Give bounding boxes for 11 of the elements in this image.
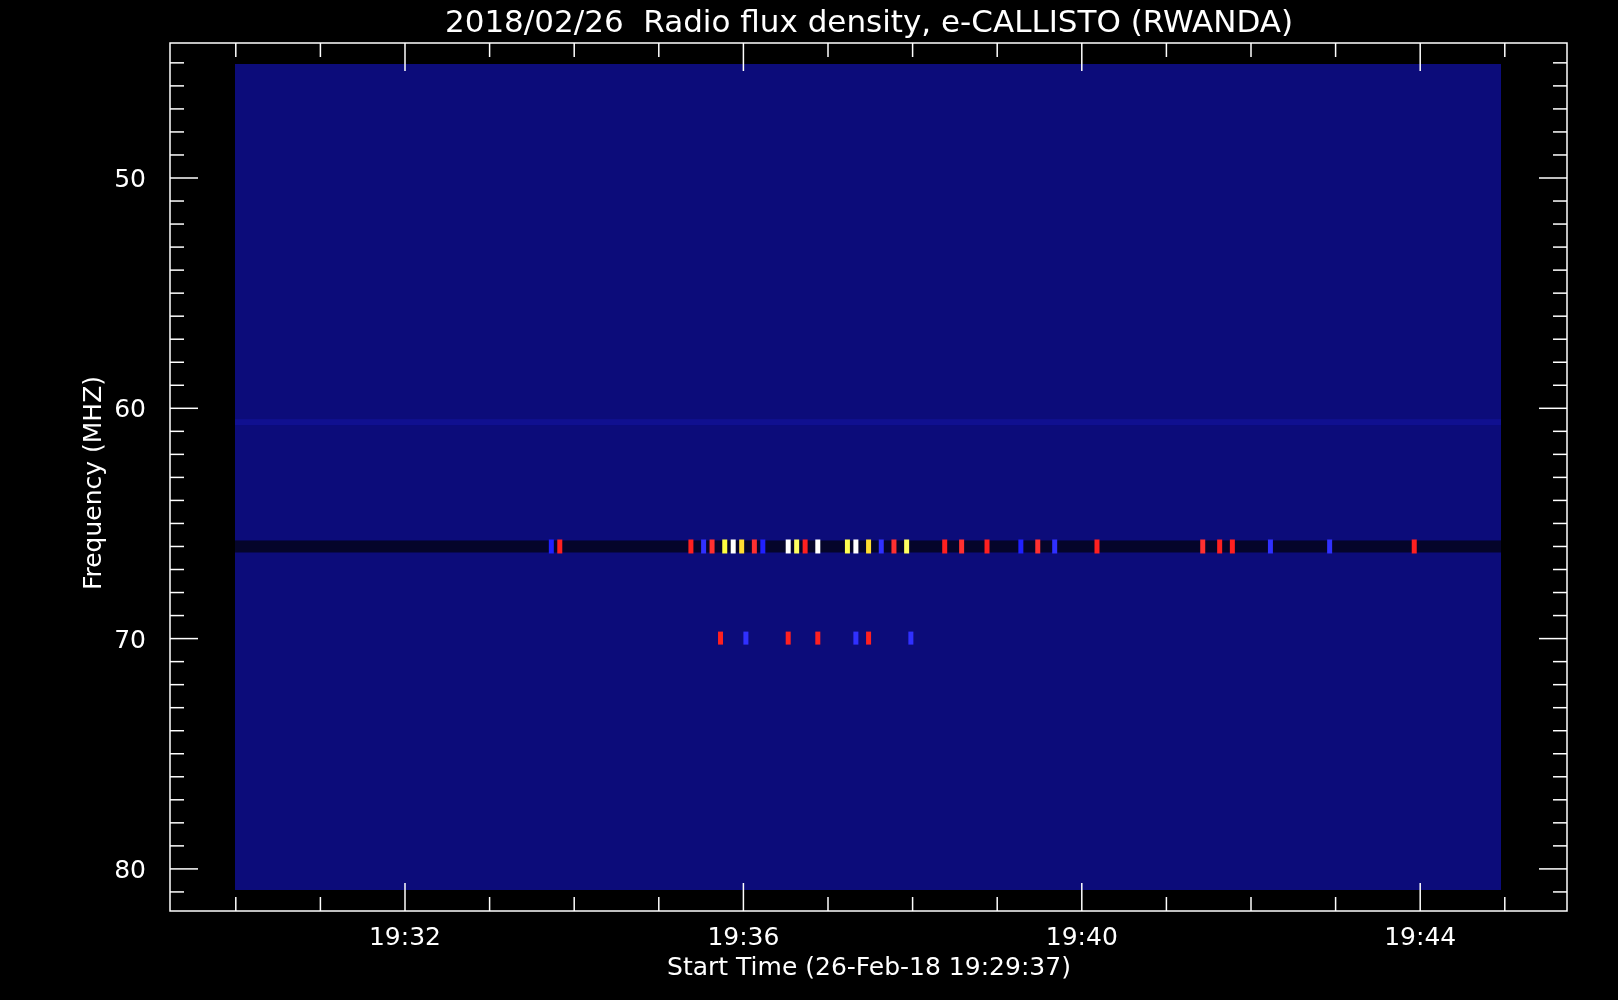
y-tick-label: 50 (114, 164, 146, 193)
y-tick-label: 80 (114, 854, 146, 884)
y-axis-label: Frequency (MHZ) (78, 375, 107, 591)
x-tick-label: 19:44 (1384, 922, 1457, 951)
x-axis-label: Start Time (26-Feb-18 19:29:37) (667, 952, 1071, 981)
y-tick-label: 70 (114, 624, 146, 654)
x-tick-label: 19:40 (1045, 922, 1118, 951)
y-tick-label: 60 (114, 394, 146, 424)
plot-title: 2018/02/26 Radio flux density, e-CALLISTO (RWANDA) (444, 3, 1294, 39)
x-tick-label: 19:32 (369, 922, 441, 951)
x-tick-label: 19:36 (707, 922, 780, 951)
